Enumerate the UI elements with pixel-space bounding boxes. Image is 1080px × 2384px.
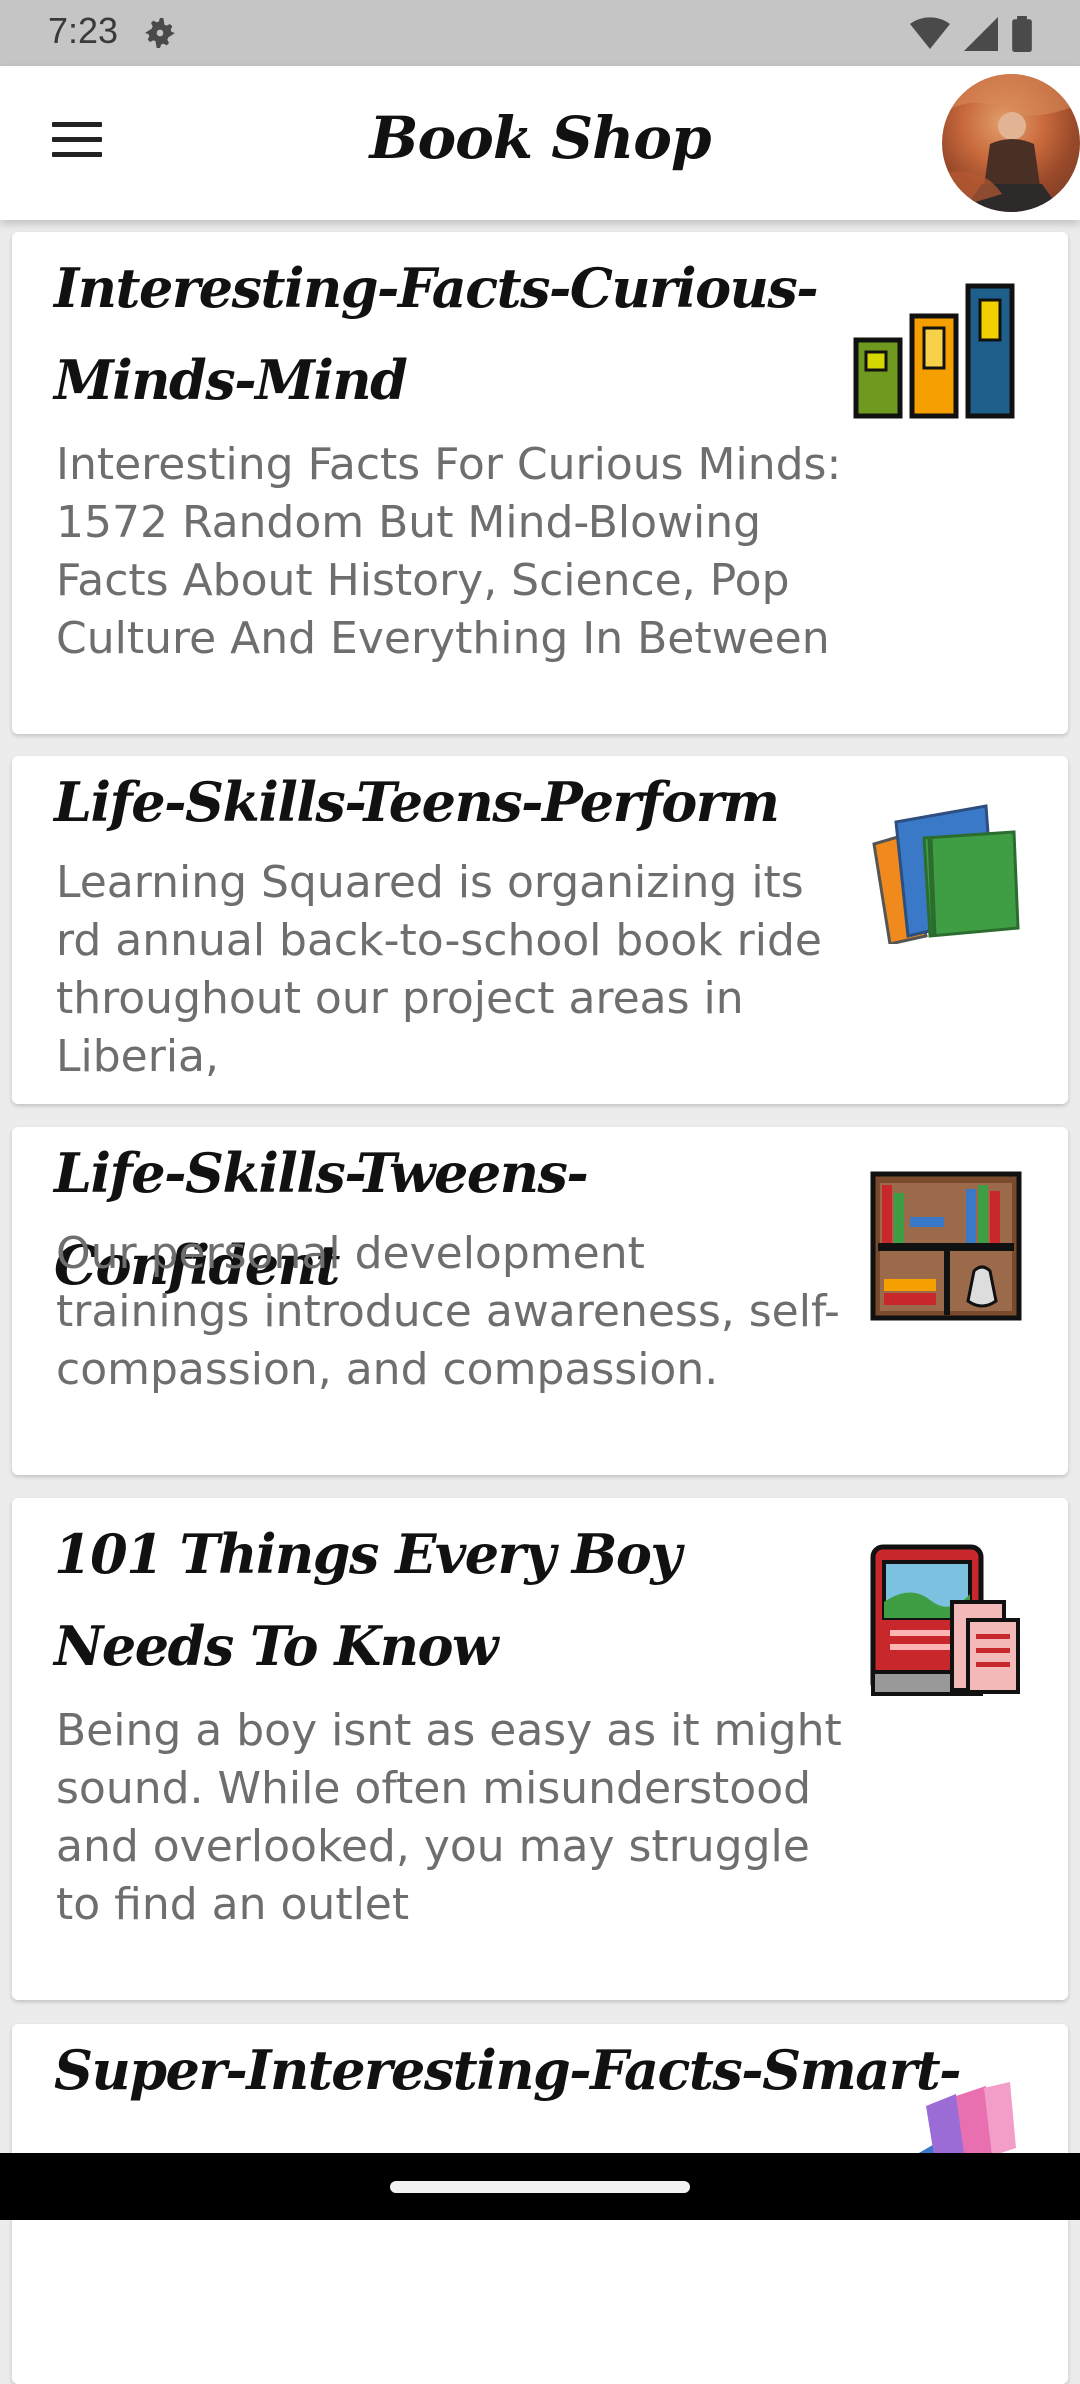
book-description: Our personal development trainings intro… bbox=[56, 1228, 840, 1395]
book-card[interactable]: 101 Things Every Boy Needs To Know Being… bbox=[12, 1498, 1068, 2000]
home-gesture-handle[interactable] bbox=[390, 2181, 690, 2193]
status-bar: 7:23 bbox=[0, 0, 1080, 66]
picture-book-icon bbox=[870, 1544, 1020, 1696]
status-icons bbox=[910, 14, 1032, 54]
book-description: Interesting Facts For Curious Minds: 157… bbox=[56, 439, 842, 664]
app-title: Book Shop bbox=[369, 104, 711, 172]
book-card[interactable]: Life-Skills-Tweens-Confident Our persona… bbox=[12, 1127, 1068, 1475]
book-title: Life-Skills-Teens-Perform bbox=[54, 770, 780, 834]
book-description: Learning Squared is organizing its rd an… bbox=[56, 857, 822, 1082]
book-title: 101 Things Every Boy Needs To Know bbox=[54, 1522, 682, 1678]
system-nav-bar bbox=[0, 2153, 1080, 2220]
signal-icon bbox=[964, 17, 998, 51]
settings-gear-icon bbox=[145, 18, 175, 48]
book-description: Being a boy isnt as easy as it might sou… bbox=[56, 1705, 842, 1930]
profile-avatar[interactable] bbox=[942, 74, 1080, 212]
book-card[interactable]: Life-Skills-Teens-Perform Learning Squar… bbox=[12, 756, 1068, 1104]
status-time: 7:23 bbox=[48, 10, 119, 51]
wifi-icon bbox=[910, 17, 950, 49]
book-title: Interesting-Facts-Curious-Minds-Mind bbox=[54, 256, 819, 412]
stacked-books-icon bbox=[872, 804, 1020, 944]
book-title: Super-Interesting-Facts-Smart- bbox=[54, 2038, 962, 2102]
bookshelf-icon bbox=[870, 1171, 1022, 1321]
bar-books-icon bbox=[853, 283, 1015, 419]
app-bar: Book Shop bbox=[0, 66, 1080, 220]
book-card[interactable]: Interesting-Facts-Curious-Minds-Mind Int… bbox=[12, 232, 1068, 734]
battery-icon bbox=[1012, 16, 1032, 52]
